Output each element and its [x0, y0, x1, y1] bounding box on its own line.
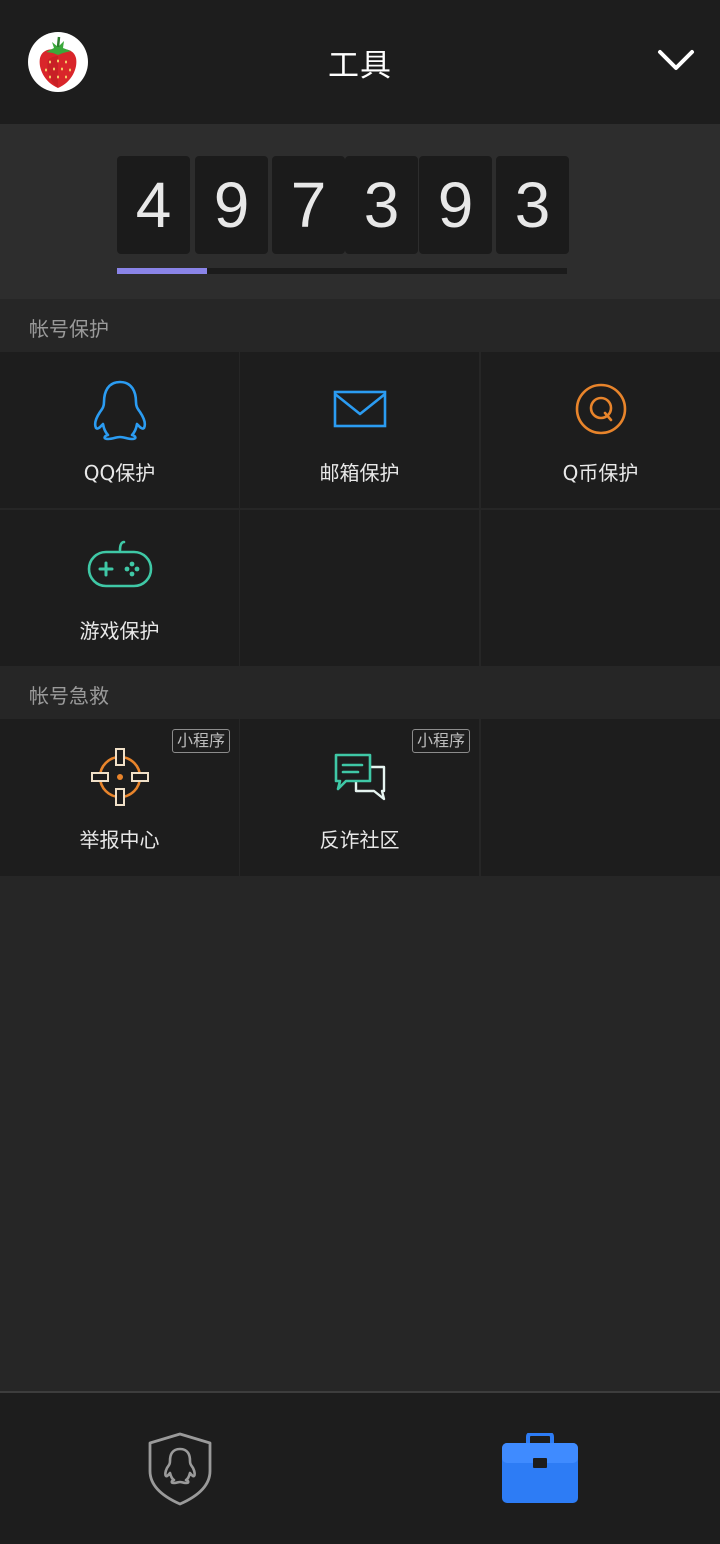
- tool-label: 游戏保护: [79, 619, 160, 643]
- rescue-grid: 小程序 举报中心 小程序 反诈社区: [0, 719, 720, 876]
- tool-mail-protection[interactable]: 邮箱保护: [240, 352, 479, 508]
- counter-digit: 4: [117, 156, 190, 254]
- counter-digit: 9: [419, 156, 492, 254]
- tool-qq-protection[interactable]: QQ保护: [0, 352, 239, 508]
- section-title: 帐号保护: [29, 317, 109, 341]
- tool-game-protection[interactable]: 游戏保护: [0, 510, 239, 666]
- tool-label: 邮箱保护: [319, 461, 400, 485]
- header: 工具: [0, 0, 720, 124]
- tool-report-center[interactable]: 小程序 举报中心: [0, 719, 239, 876]
- tool-qcoin-protection[interactable]: Q币保护: [481, 352, 720, 508]
- nav-tools-tab[interactable]: [500, 1432, 580, 1505]
- tool-label: Q币保护: [562, 461, 639, 485]
- empty-cell: [240, 510, 479, 666]
- crosshair-icon: [91, 748, 149, 806]
- protection-grid: QQ保护 邮箱保护 Q币保护 游戏保护: [0, 352, 720, 666]
- progress-bar: [117, 268, 567, 274]
- counter-panel: 4 9 7 3 9 3: [0, 124, 720, 299]
- tool-label: 反诈社区: [319, 828, 400, 852]
- empty-cell: [481, 510, 720, 666]
- gamepad-icon: [87, 540, 153, 588]
- section-header-account-protection: 帐号保护: [0, 299, 720, 352]
- counter-digit: 3: [496, 156, 569, 254]
- chevron-down-icon[interactable]: [652, 42, 700, 78]
- digit-counter: 4 9 7 3 9 3: [117, 156, 569, 254]
- nav-protection-tab[interactable]: [144, 1431, 216, 1507]
- penguin-shield-icon: [148, 1432, 212, 1506]
- penguin-icon: [93, 380, 147, 441]
- app: 工具 4 9 7 3 9 3 帐号保护 QQ保护 邮箱保护 Q币保护 游戏保护 …: [0, 0, 720, 1544]
- progress-fill: [117, 268, 207, 274]
- section-header-account-rescue: 帐号急救: [0, 666, 720, 719]
- tool-anti-fraud-community[interactable]: 小程序 反诈社区: [240, 719, 479, 876]
- empty-cell: [481, 719, 720, 876]
- tool-label: 举报中心: [79, 828, 160, 852]
- tool-label: QQ保护: [83, 461, 156, 485]
- page-title: 工具: [328, 48, 392, 84]
- mail-icon: [333, 390, 387, 428]
- section-title: 帐号急救: [29, 684, 109, 708]
- counter-digit: 3: [345, 156, 418, 254]
- mini-program-badge: 小程序: [171, 729, 230, 753]
- q-coin-icon: [575, 383, 627, 435]
- counter-digit: 7: [272, 156, 345, 254]
- mini-program-badge: 小程序: [411, 729, 470, 753]
- chat-bubbles-icon: [334, 753, 386, 801]
- counter-digit: 9: [195, 156, 268, 254]
- bottom-nav: [0, 1391, 720, 1544]
- toolbox-icon: [502, 1432, 578, 1503]
